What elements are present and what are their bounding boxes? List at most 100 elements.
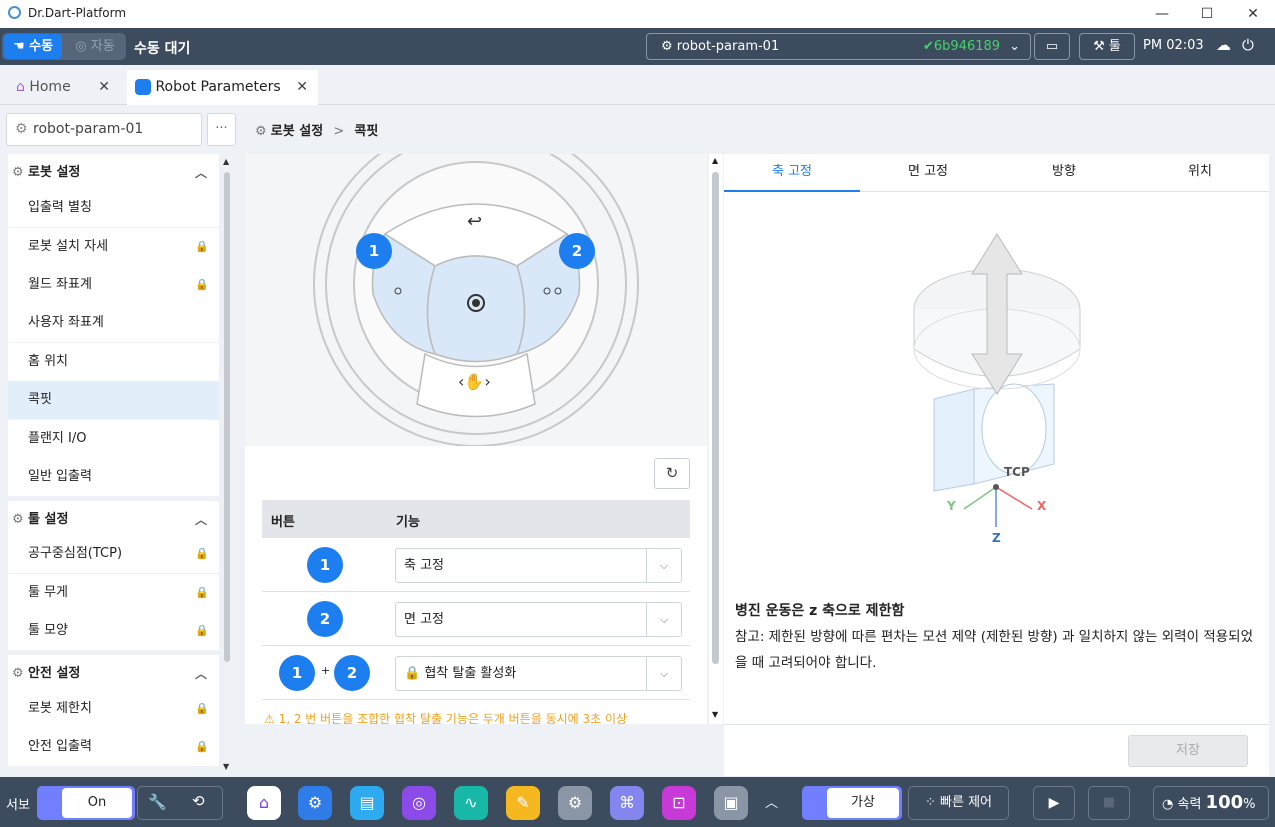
chevron-up-icon[interactable]: ︿ (195, 655, 207, 693)
hand-icon: ☚ (12, 39, 30, 54)
servo-toggle[interactable]: On (37, 786, 135, 820)
sidebar-item-robot-limits[interactable]: 로봇 제한치 🔒 (8, 690, 219, 728)
section-tool-settings[interactable]: ⚙ 툴 설정 ︿ (8, 501, 219, 539)
robot-selector[interactable]: ⚙ robot-param-01 ✔6b946189 ⌄ (646, 33, 1031, 60)
toolbox-app-icon[interactable]: ▣ (714, 786, 748, 820)
close-tab-icon[interactable]: ✕ (98, 70, 110, 105)
panel-scrollbar[interactable]: ▲ ▼ (709, 154, 723, 724)
auto-mode-button[interactable]: ◎ 자동 (66, 34, 124, 59)
table-row: 2 면 고정 ⌵ (262, 592, 690, 646)
folder-button[interactable]: ▭ (1034, 33, 1070, 60)
sidebar-item-user-coords[interactable]: 사용자 좌표계 (8, 304, 219, 342)
log-app-icon[interactable]: ✎ (506, 786, 540, 820)
cockpit-badge-2: 2 (559, 233, 595, 269)
network-icon[interactable]: ☁ (1216, 36, 1231, 54)
auto-icon: ◎ (75, 39, 91, 54)
section-robot-settings[interactable]: ⚙ 로봇 설정 ︿ (8, 154, 219, 192)
svg-text:‹✋›: ‹✋› (458, 372, 491, 391)
power-icon[interactable]: ⏻ (1242, 36, 1254, 54)
speed-control[interactable]: ◔ 속력 100% (1153, 786, 1269, 820)
function-select[interactable]: 축 고정 ⌵ (395, 548, 682, 583)
sidebar-item-flange-io[interactable]: 플랜지 I/O (8, 420, 219, 458)
stop-button[interactable]: ■ (1088, 786, 1130, 820)
robot-arm-icon: ⚙ (12, 666, 24, 681)
manual-mode-button[interactable]: ☚ 수동 (4, 34, 62, 59)
sidebar-item-world-coords[interactable]: 월드 좌표계 🔒 (8, 266, 219, 304)
play-button[interactable]: ▶ (1033, 786, 1075, 820)
chevron-down-icon: ⌄ (1009, 39, 1020, 54)
chevron-down-icon: ⌵ (646, 657, 681, 690)
sidebar-item-io-alias[interactable]: 입출력 별칭 (8, 189, 219, 227)
quick-control-button[interactable]: ⁘ 빠른 제어 (908, 786, 1009, 820)
task-app-icon[interactable]: ▤ (350, 786, 384, 820)
button-badge: 2 (334, 655, 370, 691)
chevron-up-icon[interactable]: ︿ (195, 154, 207, 192)
tab-robot-parameters[interactable]: Robot Parameters ✕ (127, 70, 318, 105)
cockpit-image: ↩ ‹✋› (245, 154, 707, 446)
settings-app-icon[interactable]: ⚙ (558, 786, 592, 820)
robot-app-icon[interactable]: ⚙ (298, 786, 332, 820)
sidebar-item-tool-shape[interactable]: 툴 모양 🔒 (8, 612, 219, 650)
table-header: 버튼 기능 (262, 500, 690, 538)
sidebar: ⚙ robot-param-01 ··· ▲ ▼ ⚙ 로봇 설정 ︿ 입출력 별… (0, 105, 243, 777)
plus-sign: + (321, 664, 331, 677)
scroll-thumb[interactable] (712, 172, 719, 664)
reset-button[interactable]: ↻ (654, 458, 690, 489)
jog-app-icon[interactable]: ◎ (402, 786, 436, 820)
home-app-icon[interactable]: ⌂ (247, 786, 281, 820)
sidebar-item-install-pose[interactable]: 로봇 설치 자세 🔒 (8, 228, 219, 266)
axis-fixed-diagram (913, 233, 1081, 527)
store-app-icon[interactable]: ⊡ (662, 786, 696, 820)
table-row: 1 축 고정 ⌵ (262, 538, 690, 592)
save-button[interactable]: 저장 (1128, 735, 1248, 767)
tab-plane-fixed[interactable]: 면 고정 (860, 154, 996, 192)
sidebar-item-safety-io[interactable]: 안전 입출력 🔒 (8, 728, 219, 766)
scroll-thumb[interactable] (224, 172, 230, 662)
chevron-up-icon[interactable]: ︿ (765, 792, 778, 811)
description-note: 참고: 제한된 방향에 따른 편차는 모션 제약 (제한된 방향) 과 일치하지… (735, 629, 1253, 671)
tool-button[interactable]: ⚒ 툴 (1079, 33, 1135, 60)
cockpit-panel: ↩ ‹✋› 1 2 ↻ 버튼 기능 1 축 고정 ⌵ 2 면 고정 ⌵ 1 + 2 … (245, 154, 707, 724)
chevron-up-icon[interactable]: ︿ (195, 501, 207, 539)
more-button[interactable]: ··· (207, 113, 236, 146)
breadcrumb-separator: > (333, 124, 345, 139)
warning-text: ⚠ 1, 2 번 버튼을 조합한 협착 탈출 기능은 두개 버튼을 동시에 3초… (264, 712, 628, 724)
lock-icon: 🔒 (195, 740, 209, 753)
remote-app-icon[interactable]: ⌘ (610, 786, 644, 820)
button-badge: 1 (307, 547, 343, 583)
function-select[interactable]: 🔒 협착 탈출 활성화 ⌵ (395, 656, 682, 691)
sidebar-item-cockpit[interactable]: 콕핏 (8, 381, 219, 419)
app-logo-icon (8, 6, 21, 19)
breadcrumb: ⚙ 로봇 설정 > 콕핏 (243, 114, 378, 150)
function-select[interactable]: 면 고정 ⌵ (395, 602, 682, 637)
robot-arm-icon: ⚙ (661, 39, 673, 54)
wrench-icon[interactable]: 🔧 (148, 793, 167, 811)
close-window-button[interactable]: ✕ (1243, 4, 1263, 24)
close-tab-icon[interactable]: ✕ (296, 70, 308, 105)
sidebar-item-home-position[interactable]: 홈 위치 (8, 343, 219, 381)
sidebar-scrollbar[interactable]: ▲ ▼ (219, 154, 235, 777)
robot-status: 수동 대기 (134, 41, 191, 57)
tab-home[interactable]: ⌂ Home ✕ (6, 70, 120, 105)
tab-orientation[interactable]: 방향 (996, 154, 1132, 192)
servo-on-label: On (62, 788, 132, 818)
recovery-icon[interactable]: ⟲ (192, 792, 205, 810)
virtual-toggle[interactable]: 가상 (802, 786, 902, 820)
minimize-button[interactable]: — (1152, 4, 1172, 24)
z-axis-label: Z (992, 531, 1001, 545)
tab-axis-fixed[interactable]: 축 고정 (724, 154, 860, 192)
monitor-app-icon[interactable]: ∿ (454, 786, 488, 820)
x-axis-label: X (1037, 499, 1047, 513)
breadcrumb-parent[interactable]: 로봇 설정 (271, 124, 323, 139)
tcp-label: TCP (1004, 465, 1030, 479)
lock-icon: 🔒 (404, 666, 425, 681)
section-safety-settings[interactable]: ⚙ 안전 설정 ︿ (8, 655, 219, 693)
sidebar-item-general-io[interactable]: 일반 입출력 (8, 458, 219, 496)
sidebar-item-tcp[interactable]: 공구중심점(TCP) 🔒 (8, 535, 219, 573)
tab-position[interactable]: 위치 (1132, 154, 1268, 192)
maximize-button[interactable]: ☐ (1197, 4, 1217, 24)
tool-icon: ⚒ (1093, 39, 1109, 54)
robot-name-field[interactable]: ⚙ robot-param-01 (6, 113, 202, 146)
cockpit-illustration: ↩ ‹✋› (313, 154, 639, 446)
sidebar-item-tool-weight[interactable]: 툴 무게 🔒 (8, 574, 219, 612)
